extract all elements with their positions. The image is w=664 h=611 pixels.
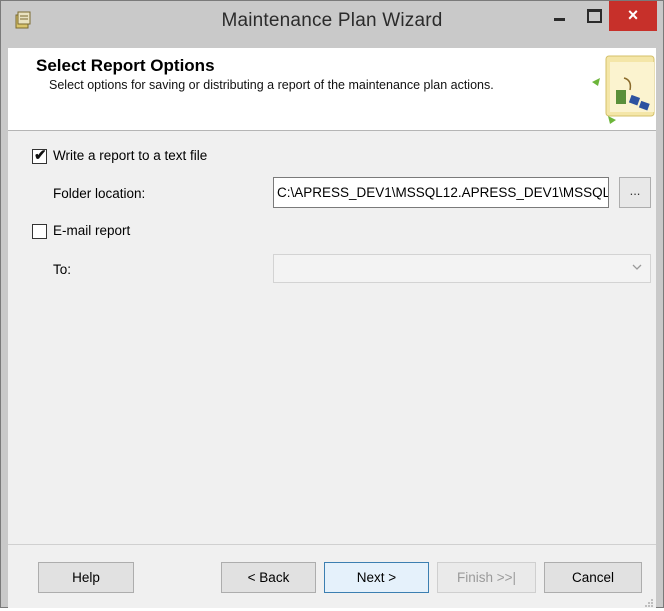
folder-location-input[interactable]: C:\APRESS_DEV1\MSSQL12.APRESS_DEV1\MSSQL…	[273, 177, 609, 208]
minimize-icon[interactable]	[541, 1, 577, 31]
write-report-label[interactable]: Write a report to a text file	[53, 148, 207, 163]
close-icon[interactable]: ×	[609, 1, 657, 31]
to-operator-select[interactable]	[273, 254, 651, 283]
page-title: Select Report Options	[36, 56, 215, 75]
wizard-graphic	[586, 50, 656, 128]
browse-button[interactable]: ...	[619, 177, 651, 208]
help-button[interactable]: Help	[38, 562, 134, 593]
folder-location-label: Folder location:	[53, 186, 146, 201]
cancel-button[interactable]: Cancel	[544, 562, 642, 593]
wizard-footer: Help < Back Next > Finish >>| Cancel	[8, 544, 656, 608]
back-button[interactable]: < Back	[221, 562, 316, 593]
chevron-down-icon	[630, 260, 644, 274]
email-report-label[interactable]: E-mail report	[53, 223, 130, 238]
to-label: To:	[53, 262, 72, 277]
maximize-icon[interactable]	[577, 1, 609, 31]
wizard-header: Select Report Options Select options for…	[8, 48, 656, 131]
next-button[interactable]: Next >	[324, 562, 429, 593]
wizard-window: Maintenance Plan Wizard × Select Report …	[0, 0, 664, 608]
resize-grip-icon[interactable]	[644, 596, 654, 607]
checkmark-icon: ✔	[34, 147, 47, 164]
title-bar[interactable]: Maintenance Plan Wizard ×	[1, 1, 663, 47]
email-report-checkbox[interactable]	[32, 224, 47, 239]
options-panel: ✔ Write a report to a text file Folder l…	[8, 131, 656, 544]
finish-button[interactable]: Finish >>|	[437, 562, 536, 593]
page-description: Select options for saving or distributin…	[49, 78, 494, 92]
write-report-checkbox[interactable]: ✔	[32, 147, 47, 164]
